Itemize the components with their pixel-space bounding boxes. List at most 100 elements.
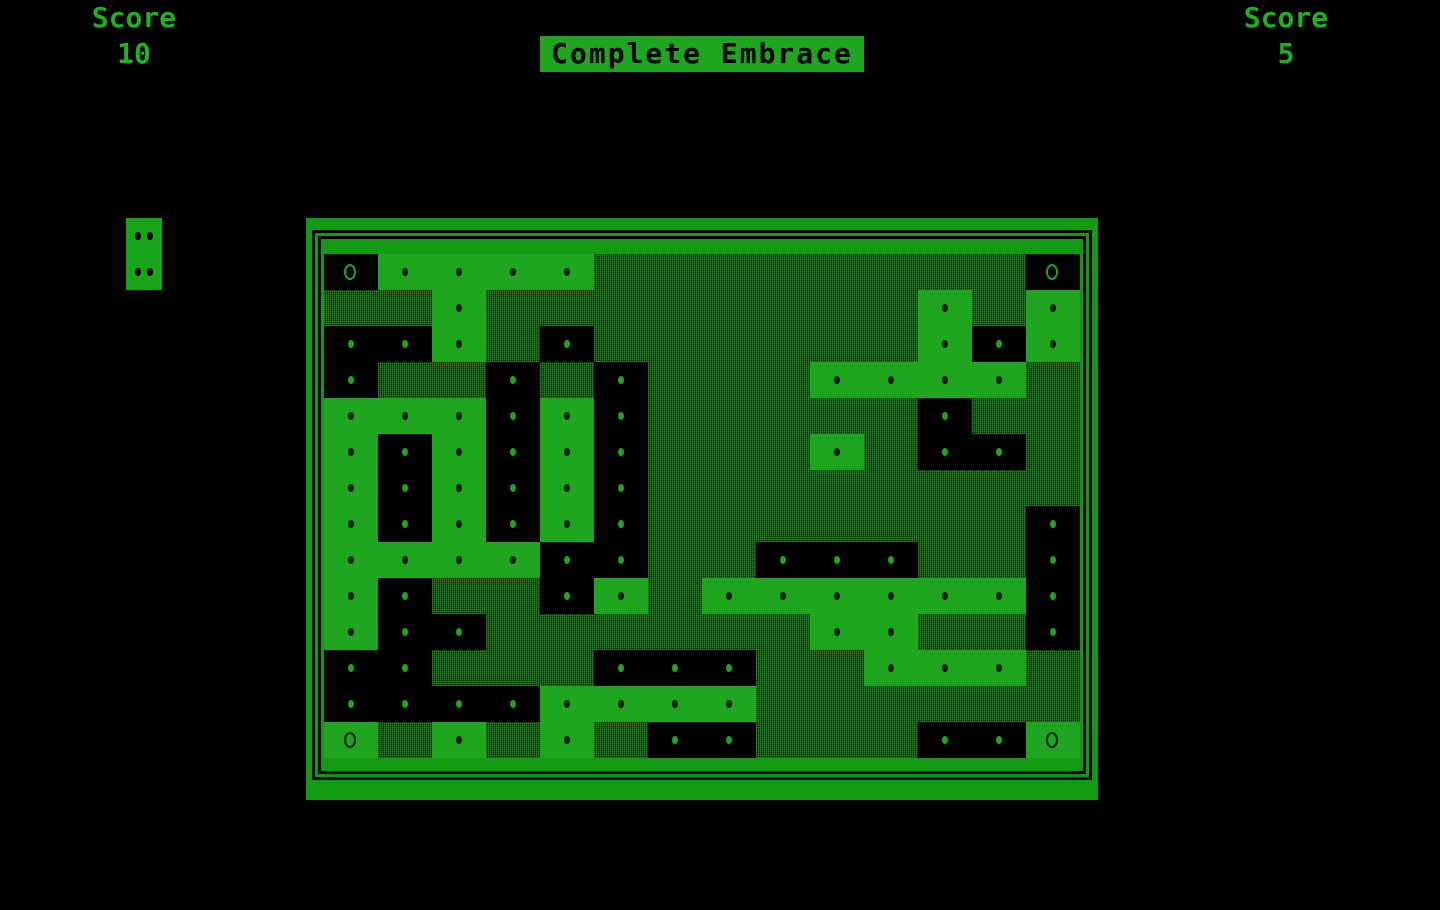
maze-cell[interactable] [1026,506,1080,542]
maze-cell[interactable] [972,326,1026,362]
maze-cell[interactable] [810,614,864,650]
maze-cell[interactable] [918,398,972,434]
maze-cell[interactable] [324,686,378,722]
maze-cell[interactable] [324,506,378,542]
maze-cell[interactable] [378,578,432,614]
maze-cell[interactable] [756,578,810,614]
maze-cell[interactable] [1026,722,1080,758]
maze-cell[interactable] [432,506,486,542]
maze-cell[interactable] [432,614,486,650]
maze-cell[interactable] [1026,326,1080,362]
maze-cell[interactable] [432,470,486,506]
maze-cell[interactable] [918,362,972,398]
maze-cell[interactable] [810,542,864,578]
maze-cell[interactable] [864,542,918,578]
maze-cell[interactable] [432,686,486,722]
maze-cell[interactable] [324,650,378,686]
maze-cell[interactable] [594,470,648,506]
maze-cell[interactable] [486,362,540,398]
maze-cell[interactable] [702,650,756,686]
maze-cell[interactable] [972,362,1026,398]
maze-cell[interactable] [486,470,540,506]
maze-cell[interactable] [972,434,1026,470]
maze-cell[interactable] [540,398,594,434]
maze-cell[interactable] [540,578,594,614]
maze-cell[interactable] [702,686,756,722]
maze-cell[interactable] [972,578,1026,614]
maze-cell[interactable] [324,542,378,578]
maze-cell[interactable] [810,578,864,614]
maze-cell[interactable] [540,686,594,722]
maze-cell[interactable] [324,722,378,758]
maze-cell[interactable] [486,434,540,470]
maze-cell[interactable] [1026,290,1080,326]
maze-cell[interactable] [594,362,648,398]
maze-cell[interactable] [594,506,648,542]
maze-cell[interactable] [1026,578,1080,614]
maze-cell[interactable] [324,614,378,650]
maze-cell[interactable] [486,686,540,722]
maze-cell[interactable] [918,650,972,686]
maze-cell[interactable] [864,650,918,686]
maze-cell[interactable] [594,686,648,722]
maze-cell[interactable] [378,326,432,362]
maze-cell[interactable] [918,326,972,362]
maze-cell[interactable] [378,542,432,578]
maze-cell[interactable] [594,578,648,614]
maze-cell[interactable] [810,434,864,470]
maze-cell[interactable] [432,290,486,326]
maze-cell[interactable] [486,254,540,290]
maze-cell[interactable] [594,542,648,578]
maze-cell[interactable] [918,434,972,470]
maze-cell[interactable] [1026,254,1080,290]
maze-cell[interactable] [918,578,972,614]
maze-cell[interactable] [864,362,918,398]
maze-cell[interactable] [864,614,918,650]
maze-cell[interactable] [432,542,486,578]
maze-cell[interactable] [540,470,594,506]
maze-cell[interactable] [324,578,378,614]
maze-cell[interactable] [432,326,486,362]
maze-cell[interactable] [756,542,810,578]
maze-cell[interactable] [648,650,702,686]
maze-cell[interactable] [702,722,756,758]
maze-cell[interactable] [486,506,540,542]
maze-cell[interactable] [648,686,702,722]
maze-cell[interactable] [378,686,432,722]
maze-cell[interactable] [324,434,378,470]
maze-cell[interactable] [378,506,432,542]
maze-cell[interactable] [540,326,594,362]
maze-cell[interactable] [324,398,378,434]
maze-cell[interactable] [594,650,648,686]
maze-cell[interactable] [324,254,378,290]
maze-cell[interactable] [378,614,432,650]
maze-cell[interactable] [594,434,648,470]
maze-cell[interactable] [378,434,432,470]
maze-cell[interactable] [486,398,540,434]
maze-cell[interactable] [378,254,432,290]
maze-cell[interactable] [972,722,1026,758]
maze-cell[interactable] [540,542,594,578]
maze-cell[interactable] [378,650,432,686]
game-board[interactable] [324,254,1080,764]
maze-cell[interactable] [540,506,594,542]
maze-cell[interactable] [810,362,864,398]
maze-cell[interactable] [648,722,702,758]
maze-cell[interactable] [378,398,432,434]
maze-cell[interactable] [324,326,378,362]
maze-cell[interactable] [702,578,756,614]
maze-cell[interactable] [918,722,972,758]
maze-cell[interactable] [864,578,918,614]
maze-cell[interactable] [972,650,1026,686]
maze-cell[interactable] [486,542,540,578]
maze-cell[interactable] [324,470,378,506]
maze-cell[interactable] [324,362,378,398]
maze-cell[interactable] [918,290,972,326]
maze-cell[interactable] [378,470,432,506]
maze-cell[interactable] [540,434,594,470]
maze-cell[interactable] [540,722,594,758]
maze-cell[interactable] [1026,542,1080,578]
maze-cell[interactable] [432,398,486,434]
maze-cell[interactable] [432,254,486,290]
maze-cell[interactable] [1026,614,1080,650]
